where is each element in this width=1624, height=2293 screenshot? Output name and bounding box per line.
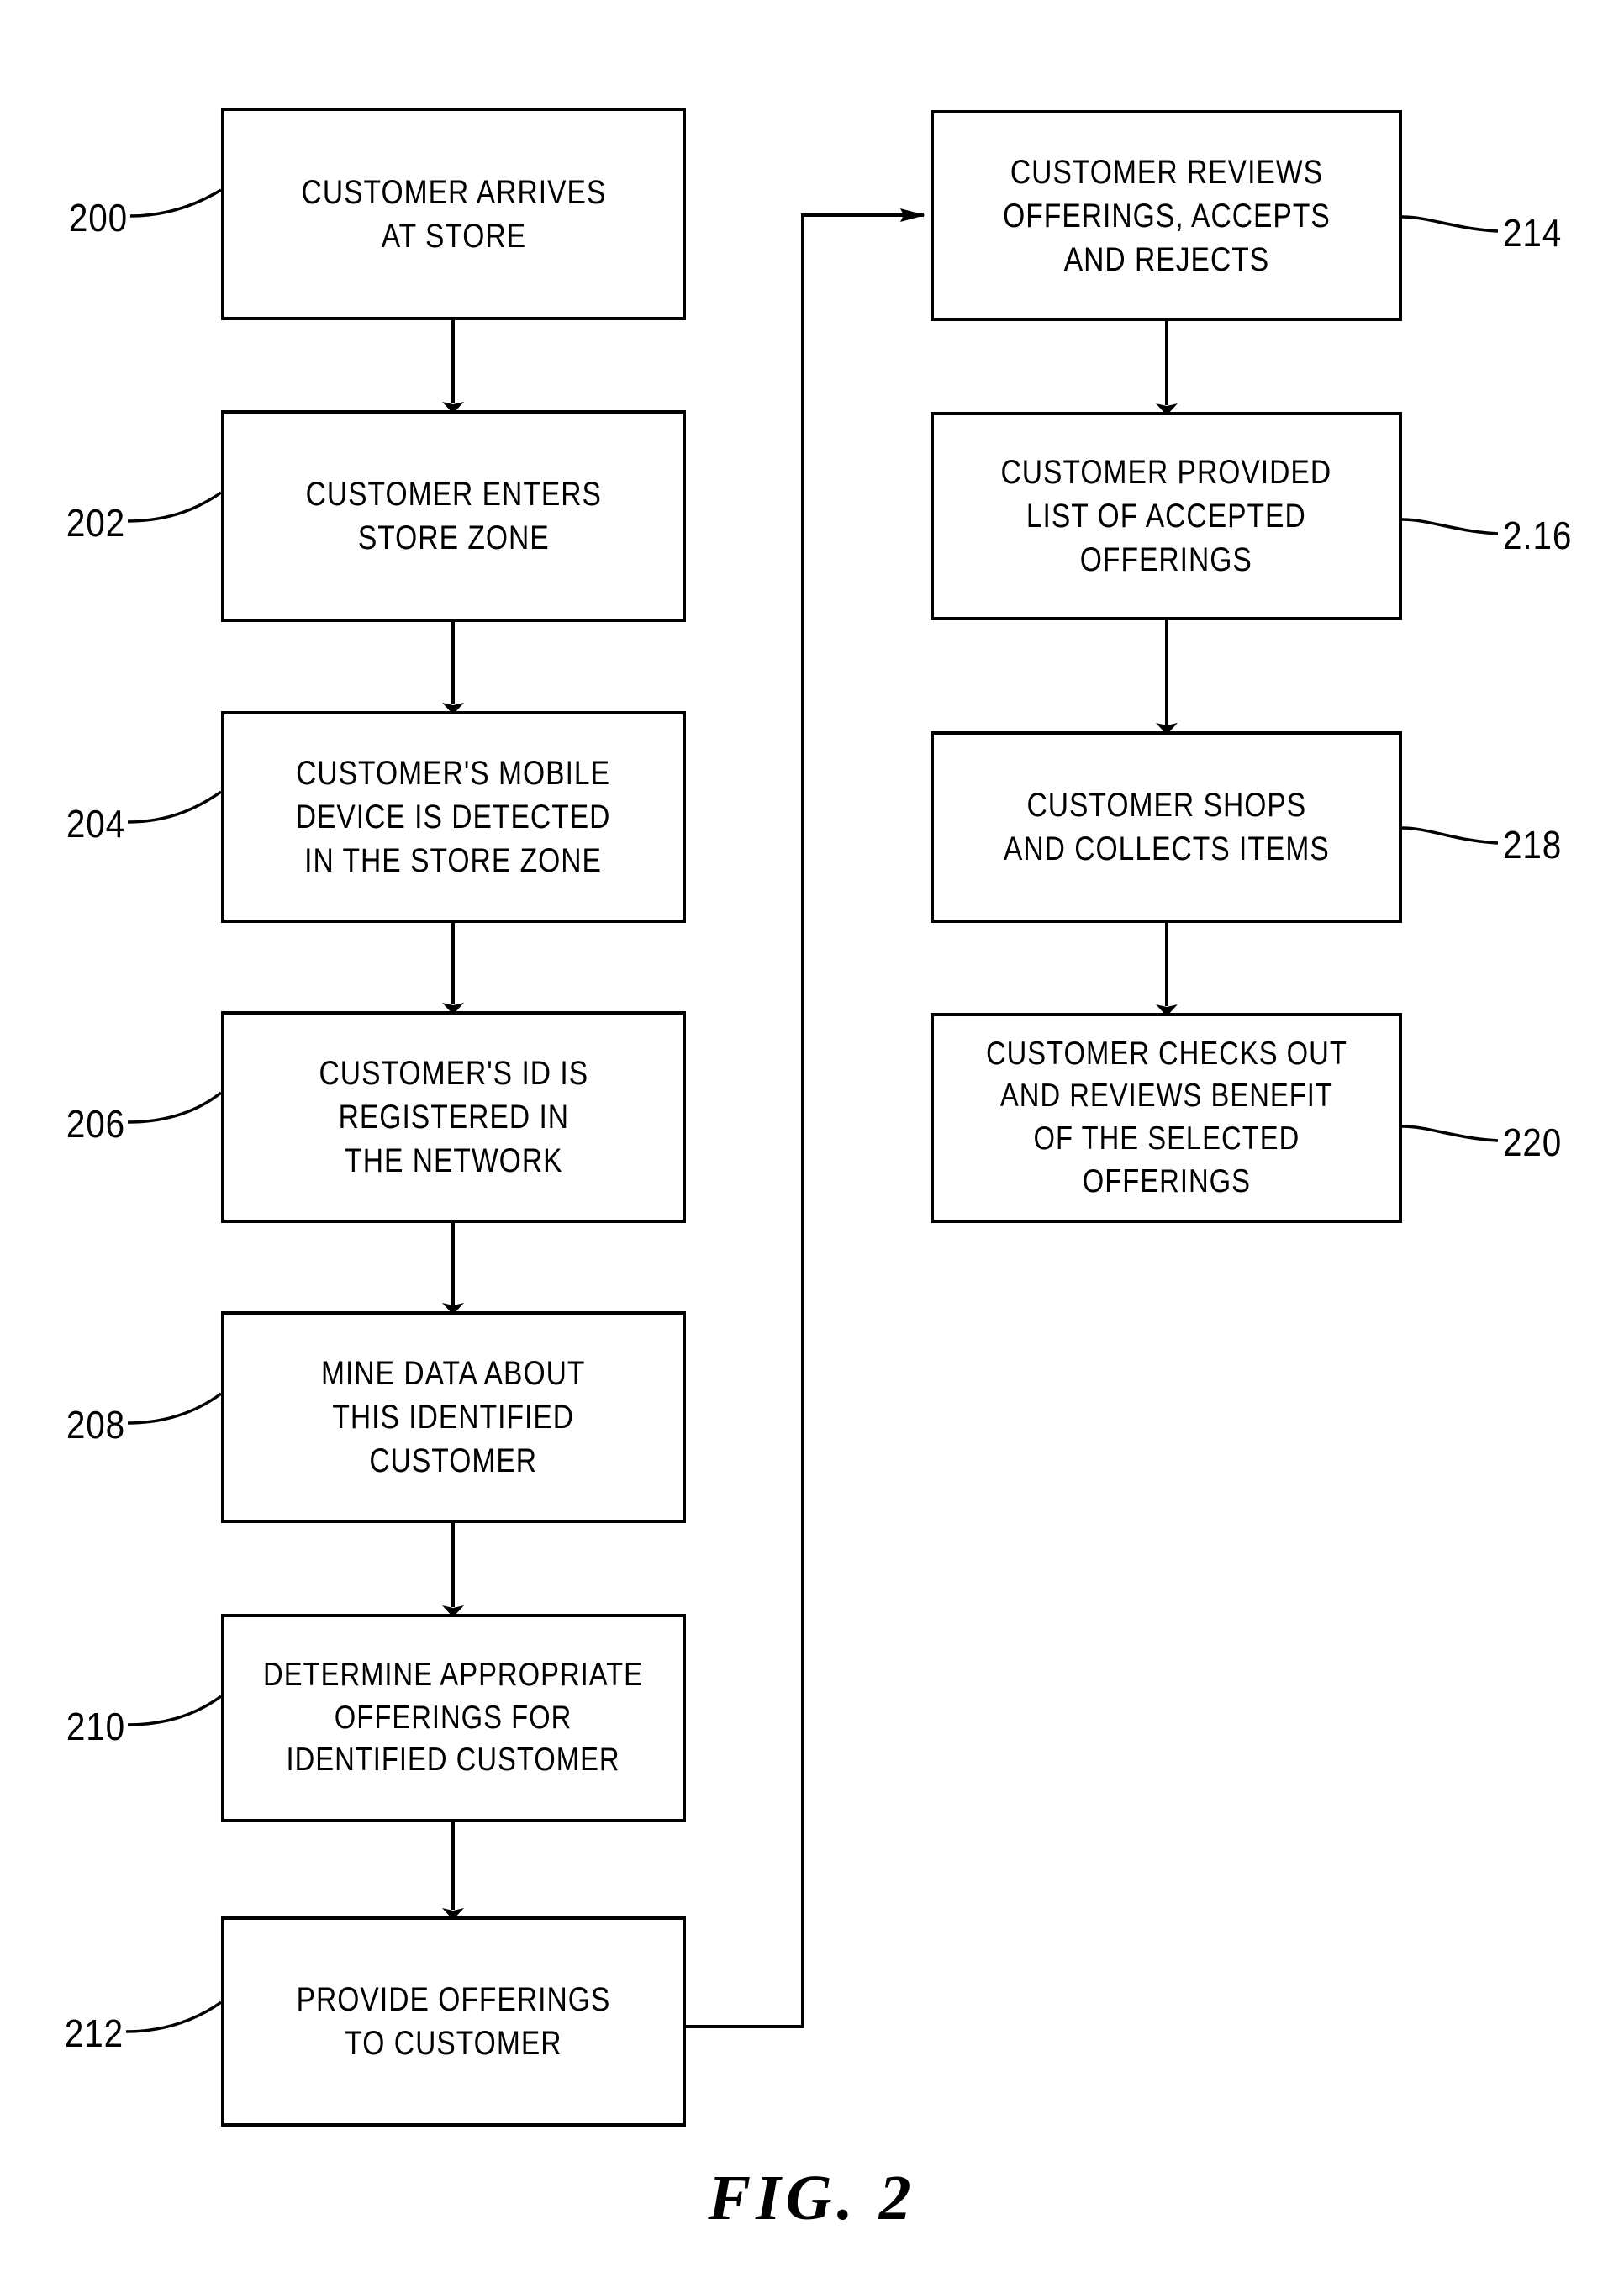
node-220[interactable]: CUSTOMER CHECKS OUT AND REVIEWS BENEFIT … — [931, 1013, 1402, 1223]
leader-204 — [127, 790, 222, 824]
ref-numeral-204: 204 — [66, 802, 125, 846]
ref-numeral-218: 218 — [1503, 823, 1563, 867]
node-218-label: CUSTOMER SHOPS AND COLLECTS ITEMS — [1003, 787, 1330, 867]
node-208-label: MINE DATA ABOUT THIS IDENTIFIED CUSTOMER — [321, 1355, 586, 1479]
leader-200 — [129, 188, 222, 218]
leader-210 — [127, 1695, 223, 1726]
node-206[interactable]: CUSTOMER'S ID IS REGISTERED IN THE NETWO… — [221, 1011, 686, 1223]
ref-numeral-210: 210 — [66, 1705, 125, 1748]
leader-208 — [127, 1392, 223, 1425]
node-220-label: CUSTOMER CHECKS OUT AND REVIEWS BENEFIT … — [985, 1035, 1347, 1199]
node-202-label: CUSTOMER ENTERS STORE ZONE — [305, 476, 602, 556]
leader-206 — [127, 1091, 223, 1124]
leader-214 — [1401, 215, 1499, 233]
node-204[interactable]: CUSTOMER'S MOBILE DEVICE IS DETECTED IN … — [221, 711, 686, 923]
node-210[interactable]: DETERMINE APPROPRIATE OFFERINGS FOR IDEN… — [221, 1614, 686, 1822]
node-214[interactable]: CUSTOMER REVIEWS OFFERINGS, ACCEPTS AND … — [931, 110, 1402, 321]
ref-numeral-220: 220 — [1503, 1120, 1563, 1164]
node-214-label: CUSTOMER REVIEWS OFFERINGS, ACCEPTS AND … — [1002, 153, 1331, 278]
edge-212-214 — [686, 208, 925, 2028]
node-212-label: PROVIDE OFFERINGS TO CUSTOMER — [296, 1981, 611, 2062]
node-204-label: CUSTOMER'S MOBILE DEVICE IS DETECTED IN … — [296, 755, 611, 879]
figure-canvas: CUSTOMER ARRIVES AT STORE CUSTOMER ENTER… — [0, 0, 1624, 2293]
ref-numeral-200: 200 — [68, 196, 128, 240]
node-216-label: CUSTOMER PROVIDED LIST OF ACCEPTED OFFER… — [1000, 454, 1332, 578]
ref-numeral-208: 208 — [66, 1403, 125, 1447]
node-206-label: CUSTOMER'S ID IS REGISTERED IN THE NETWO… — [319, 1055, 588, 1179]
ref-numeral-214: 214 — [1503, 211, 1563, 255]
leader-216 — [1401, 518, 1499, 535]
ref-numeral-212: 212 — [64, 2011, 124, 2055]
ref-numeral-206: 206 — [66, 1102, 125, 1146]
node-200-label: CUSTOMER ARRIVES AT STORE — [301, 173, 606, 255]
node-208[interactable]: MINE DATA ABOUT THIS IDENTIFIED CUSTOMER — [221, 1311, 686, 1523]
node-200[interactable]: CUSTOMER ARRIVES AT STORE — [221, 108, 686, 320]
node-212[interactable]: PROVIDE OFFERINGS TO CUSTOMER — [221, 1916, 686, 2127]
leader-220 — [1401, 1125, 1499, 1142]
node-218[interactable]: CUSTOMER SHOPS AND COLLECTS ITEMS — [931, 731, 1402, 923]
leader-202 — [127, 491, 222, 523]
node-202[interactable]: CUSTOMER ENTERS STORE ZONE — [221, 410, 686, 622]
node-210-label: DETERMINE APPROPRIATE OFFERINGS FOR IDEN… — [263, 1656, 644, 1779]
leader-218 — [1401, 826, 1499, 845]
ref-numeral-202: 202 — [66, 501, 125, 545]
node-216[interactable]: CUSTOMER PROVIDED LIST OF ACCEPTED OFFER… — [931, 412, 1402, 620]
figure-caption: FIG. 2 — [708, 2163, 916, 2233]
ref-numeral-216: 2.16 — [1503, 514, 1573, 557]
leader-212 — [125, 2000, 223, 2033]
